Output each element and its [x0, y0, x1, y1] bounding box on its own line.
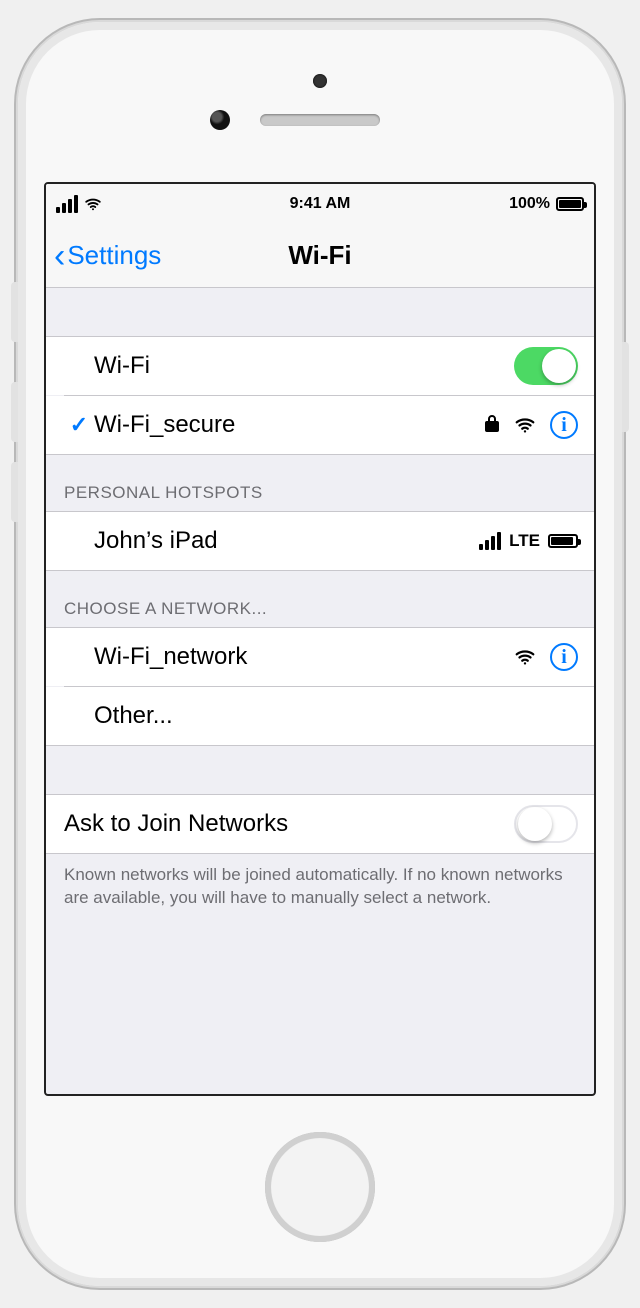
info-button[interactable]: i: [550, 411, 578, 439]
wifi-toggle-row: Wi-Fi: [46, 337, 594, 395]
sensor-dot: [313, 74, 327, 88]
other-network-row[interactable]: Other...: [46, 687, 594, 745]
other-label: Other...: [94, 688, 578, 744]
lock-icon: [484, 413, 500, 438]
ask-to-join-footer: Known networks will be joined automatica…: [46, 854, 594, 918]
back-label: Settings: [67, 240, 161, 271]
status-right: 100%: [509, 195, 584, 213]
wifi-toggle-label: Wi-Fi: [94, 338, 514, 394]
hotspot-battery-icon: [548, 534, 578, 548]
ask-to-join-label: Ask to Join Networks: [64, 796, 514, 852]
hotspot-carrier: LTE: [509, 531, 540, 551]
hotspot-row[interactable]: John’s iPad LTE: [46, 512, 594, 570]
battery-percent: 100%: [509, 195, 550, 213]
wifi-toggle[interactable]: [514, 347, 578, 385]
wifi-strength-icon: [514, 414, 536, 436]
network-name: Wi-Fi_network: [94, 629, 514, 685]
back-button[interactable]: ‹ Settings: [54, 240, 161, 271]
status-time: 9:41 AM: [290, 195, 351, 213]
battery-icon: [556, 197, 584, 211]
home-button[interactable]: [265, 1132, 375, 1242]
cellular-signal-icon: [56, 195, 78, 213]
status-left: [56, 195, 102, 213]
connected-network-row[interactable]: ✓ Wi-Fi_secure i: [46, 396, 594, 454]
wifi-icon: [84, 195, 102, 213]
personal-hotspots-header: PERSONAL HOTSPOTS: [46, 455, 594, 511]
screen: 9:41 AM 100% ‹ Settings Wi-Fi Wi-Fi: [44, 182, 596, 1096]
speaker-grille: [260, 114, 380, 126]
checkmark-icon: ✓: [70, 412, 88, 438]
status-bar: 9:41 AM 100%: [46, 184, 594, 224]
choose-network-header: CHOOSE A NETWORK...: [46, 571, 594, 627]
front-camera: [210, 110, 230, 130]
connected-network-name: Wi-Fi_secure: [94, 397, 484, 453]
hotspot-name: John’s iPad: [94, 513, 479, 569]
hotspot-meta: LTE: [479, 531, 578, 551]
hotspot-signal-icon: [479, 532, 501, 550]
ask-to-join-toggle[interactable]: [514, 805, 578, 843]
wifi-strength-icon: [514, 646, 536, 668]
info-button[interactable]: i: [550, 643, 578, 671]
ask-to-join-row: Ask to Join Networks: [46, 795, 594, 853]
iphone-device-frame: 9:41 AM 100% ‹ Settings Wi-Fi Wi-Fi: [18, 22, 622, 1286]
content: Wi-Fi ✓ Wi-Fi_secure i: [46, 288, 594, 1094]
network-row[interactable]: Wi-Fi_network i: [46, 628, 594, 686]
page-title: Wi-Fi: [288, 240, 351, 271]
navigation-bar: ‹ Settings Wi-Fi: [46, 224, 594, 288]
